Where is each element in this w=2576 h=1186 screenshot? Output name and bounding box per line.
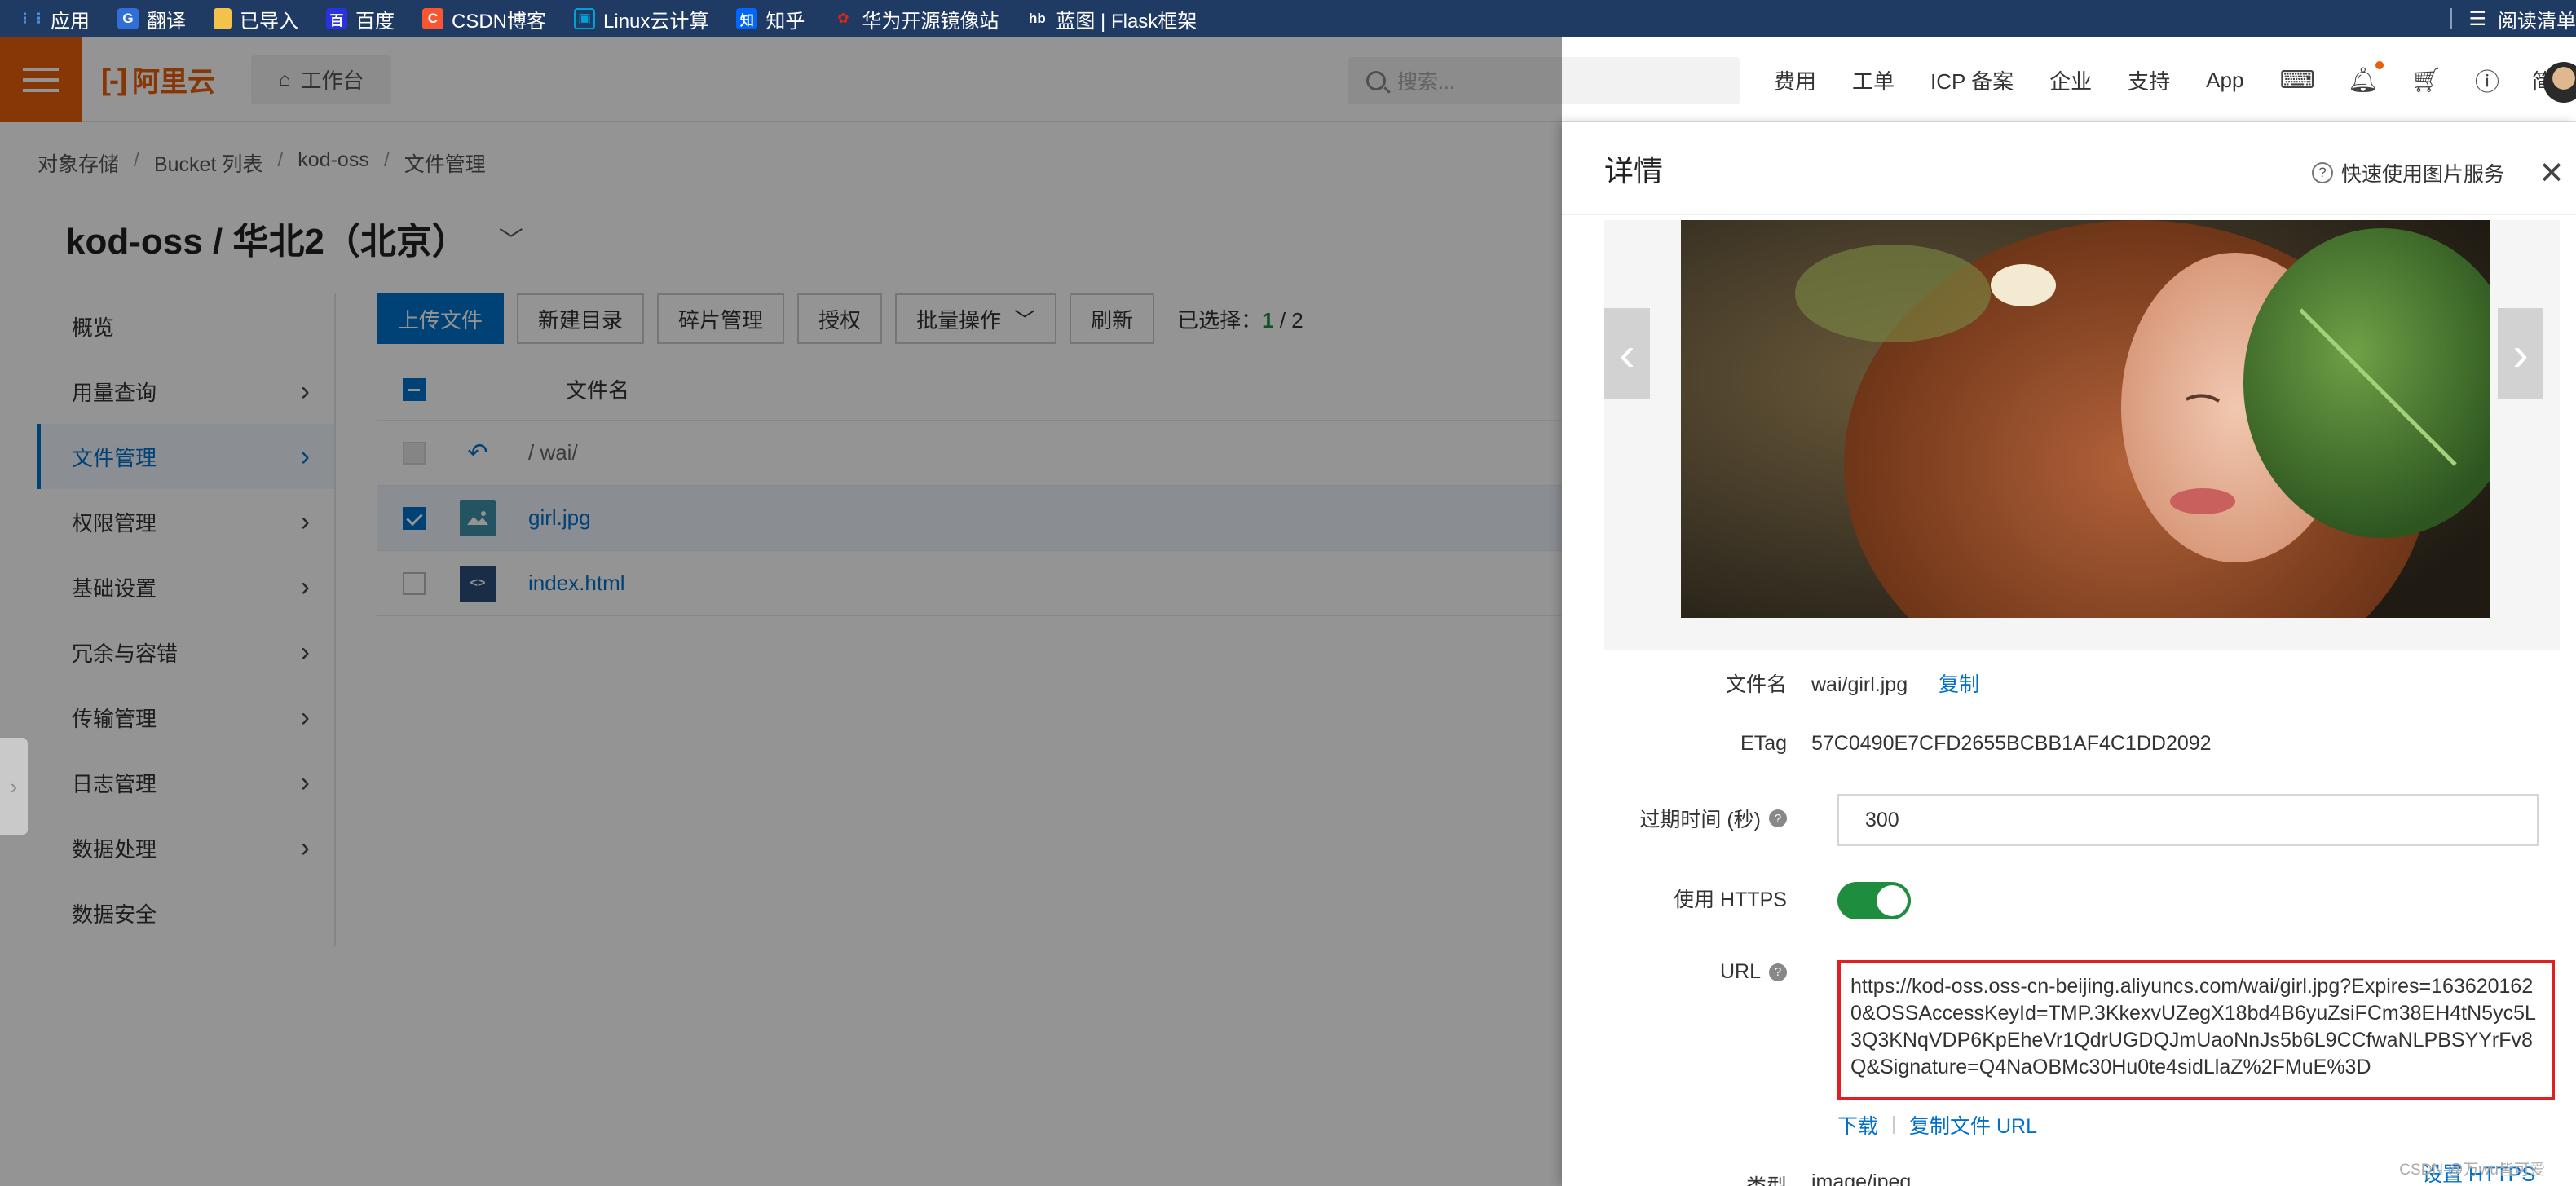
close-icon[interactable]: ✕ <box>2539 155 2565 192</box>
filename-label: 文件名 <box>1725 673 1787 696</box>
nav-link-billing[interactable]: 费用 <box>1774 65 1816 95</box>
bookmark-imported[interactable]: 已导入 <box>214 0 298 37</box>
translate-icon: G <box>117 8 139 29</box>
filename-row: 文件名 wai/girl.jpg 复制 <box>1562 668 2576 698</box>
baidu-icon: 百 <box>326 8 347 29</box>
bookmark-translate[interactable]: G 翻译 <box>117 0 186 37</box>
type-value: image/jpeg <box>1811 1171 1912 1186</box>
etag-value: 57C0490E7CFD2655BCBB1AF4C1DD2092 <box>1811 732 2212 755</box>
help-icon[interactable]: ? <box>1769 809 1787 827</box>
cart-icon[interactable]: 🛒︎ <box>2411 66 2442 95</box>
https-toggle[interactable] <box>1837 882 1911 919</box>
filename-value: wai/girl.jpg <box>1811 673 1908 696</box>
watermark: CSDN @万wu皆可爱 <box>2399 1162 2545 1179</box>
panel-title: 详情 <box>1604 153 1664 187</box>
blueprint-icon: hb <box>1029 11 1046 26</box>
type-label: 类型 <box>1562 1171 1811 1186</box>
zhihu-icon: 知 <box>736 8 758 29</box>
bilibili-icon: ▣ <box>574 8 596 29</box>
download-link[interactable]: 下载 <box>1837 1110 1878 1140</box>
huawei-icon: ✿ <box>837 11 849 26</box>
nav-link-support[interactable]: 支持 <box>2128 65 2170 95</box>
bookmark-linux[interactable]: ▣ Linux云计算 <box>574 0 708 37</box>
url-actions: 下载 复制文件 URL <box>1837 1110 2037 1140</box>
apps-grid-icon: ⋮⋮ <box>18 11 46 26</box>
https-label: 使用 HTTPS <box>1674 888 1787 911</box>
help-icon[interactable]: ? <box>1769 963 1787 981</box>
nav-link-icp[interactable]: ICP 备案 <box>1930 65 2014 95</box>
modal-overlay[interactable] <box>0 37 1562 1186</box>
divider <box>1893 1116 1895 1134</box>
preview-image <box>1681 220 2490 618</box>
question-icon: ? <box>2311 162 2333 183</box>
terminal-icon[interactable]: ⌨ <box>2279 66 2314 95</box>
copy-url-link[interactable]: 复制文件 URL <box>1909 1110 2037 1140</box>
nav-link-app[interactable]: App <box>2206 68 2243 93</box>
nav-link-enterprise[interactable]: 企业 <box>2049 65 2092 95</box>
expire-seconds-input[interactable]: 300 <box>1837 794 2539 846</box>
bell-icon[interactable]: 🔔︎ <box>2348 60 2384 95</box>
previous-image-button[interactable]: ‹ <box>1604 308 1650 399</box>
bookmark-csdn[interactable]: C CSDN博客 <box>422 0 546 37</box>
notification-dot <box>2375 60 2384 69</box>
bookmark-zhihu[interactable]: 知知乎 <box>736 0 805 37</box>
folder-icon <box>214 8 232 29</box>
quick-image-service-link[interactable]: ? 快速使用图片服务 <box>2311 158 2504 187</box>
detail-panel: 详情 ? 快速使用图片服务 ✕ ‹ › 文件名 wai/girl.jpg 复制 … <box>1562 122 2576 1186</box>
signed-url-textarea[interactable]: https://kod-oss.oss-cn-beijing.aliyuncs.… <box>1837 960 2555 1100</box>
url-label: URL? <box>1562 960 1811 984</box>
chevron-right-icon: › <box>10 774 18 799</box>
reading-list-icon: ☰ <box>2468 7 2486 30</box>
csdn-icon: C <box>422 8 443 29</box>
etag-row: ETag 57C0490E7CFD2655BCBB1AF4C1DD2092 <box>1562 732 2576 756</box>
bookmark-flask[interactable]: hb 蓝图 | Flask框架 <box>1026 0 1197 37</box>
nav-links: 费用 工单 ICP 备案 企业 支持 App ⌨ 🔔︎ 🛒︎ ⓘ 简体 <box>1774 37 2576 122</box>
collapse-tab[interactable]: › <box>0 738 28 835</box>
copy-filename-link[interactable]: 复制 <box>1939 673 1979 696</box>
bookmark-baidu[interactable]: 百百度 <box>326 0 395 37</box>
https-row: 使用 HTTPS <box>1562 884 2576 913</box>
next-image-button[interactable]: › <box>2498 308 2543 399</box>
expire-label: 过期时间 (秒)? <box>1562 804 1811 833</box>
etag-label: ETag <box>1740 732 1787 755</box>
nav-link-ticket[interactable]: 工单 <box>1852 65 1895 95</box>
bookmark-apps[interactable]: ⋮⋮ 应用 <box>18 0 90 37</box>
divider <box>2450 8 2453 29</box>
bookmark-huawei[interactable]: ✿ 华为开源镜像站 <box>832 0 999 37</box>
reading-list[interactable]: ☰ 阅读清单 <box>2450 0 2576 37</box>
image-preview: ‹ › <box>1604 220 2560 650</box>
help-icon[interactable]: ⓘ <box>2475 62 2499 98</box>
bookmarks-bar: ⋮⋮ 应用 G 翻译 已导入 百百度 C CSDN博客 ▣ Linux云计算 知知乎 ✿… <box>0 0 2576 37</box>
